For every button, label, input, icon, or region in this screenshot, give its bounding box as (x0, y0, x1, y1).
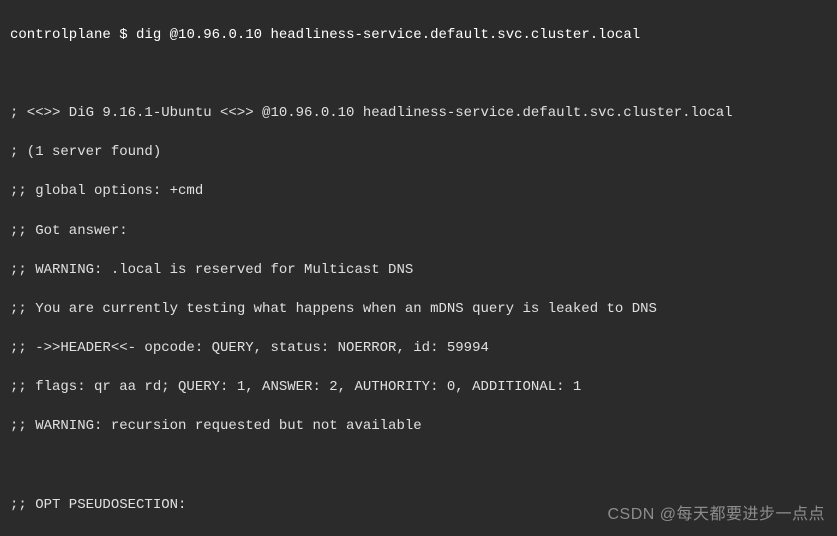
dig-banner: ; <<>> DiG 9.16.1-Ubuntu <<>> @10.96.0.1… (10, 104, 827, 124)
prompt-host: controlplane (10, 27, 111, 43)
terminal-output: controlplane $ dig @10.96.0.10 headlines… (0, 0, 837, 536)
warning-mdns-1: ;; WARNING: .local is reserved for Multi… (10, 261, 827, 281)
got-answer: ;; Got answer: (10, 222, 827, 242)
command-text: dig @10.96.0.10 headliness-service.defau… (136, 27, 640, 43)
global-options: ;; global options: +cmd (10, 182, 827, 202)
prompt-sep: $ (119, 27, 127, 43)
prompt-line: controlplane $ dig @10.96.0.10 headlines… (10, 26, 827, 46)
flags-line: ;; flags: qr aa rd; QUERY: 1, ANSWER: 2,… (10, 378, 827, 398)
servers-found: ; (1 server found) (10, 143, 827, 163)
blank-line (10, 65, 827, 85)
watermark-text: CSDN @每天都要进步一点点 (607, 504, 825, 526)
warning-mdns-2: ;; You are currently testing what happen… (10, 300, 827, 320)
warning-recursion: ;; WARNING: recursion requested but not … (10, 417, 827, 437)
header-line: ;; ->>HEADER<<- opcode: QUERY, status: N… (10, 339, 827, 359)
blank-line (10, 457, 827, 477)
